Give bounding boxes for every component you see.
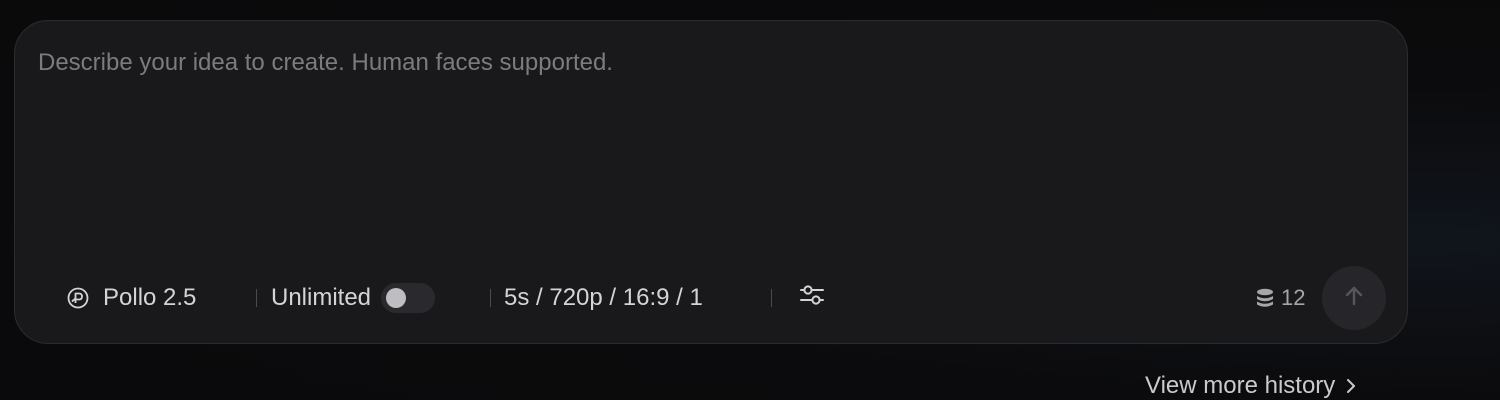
pollo-logo-icon (65, 285, 91, 311)
prompt-panel: Pollo 2.5 Unlimited 5s / 720p / 16:9 / 1 (14, 20, 1408, 344)
settings-button[interactable] (783, 265, 841, 331)
model-selector-button[interactable]: Pollo 2.5 (65, 265, 196, 331)
arrow-up-icon (1341, 283, 1367, 314)
credits-indicator: 12 (1255, 265, 1305, 331)
unlimited-toggle-group[interactable]: Unlimited (271, 265, 436, 331)
credits-count: 12 (1281, 285, 1306, 310)
toolbar-divider (490, 289, 491, 307)
history-link-label: View more history (1145, 372, 1336, 399)
view-more-history-link[interactable]: View more history (1145, 372, 1357, 400)
sliders-icon (797, 280, 827, 317)
prompt-input[interactable] (38, 47, 1378, 247)
toolbar-divider (771, 289, 772, 307)
unlimited-toggle[interactable] (381, 283, 436, 313)
model-label: Pollo 2.5 (103, 284, 197, 311)
unlimited-label: Unlimited (271, 284, 372, 311)
video-specs-label: 5s / 720p / 16:9 / 1 (504, 284, 703, 311)
send-button[interactable] (1322, 266, 1386, 330)
toggle-knob (386, 288, 407, 308)
toolbar-divider (256, 289, 257, 307)
coin-stack-icon (1255, 287, 1275, 309)
page: Pollo 2.5 Unlimited 5s / 720p / 16:9 / 1 (0, 0, 1500, 400)
prompt-toolbar: Pollo 2.5 Unlimited 5s / 720p / 16:9 / 1 (15, 265, 1407, 331)
chevron-right-icon (1345, 376, 1357, 396)
video-specs-button[interactable]: 5s / 720p / 16:9 / 1 (504, 265, 703, 331)
